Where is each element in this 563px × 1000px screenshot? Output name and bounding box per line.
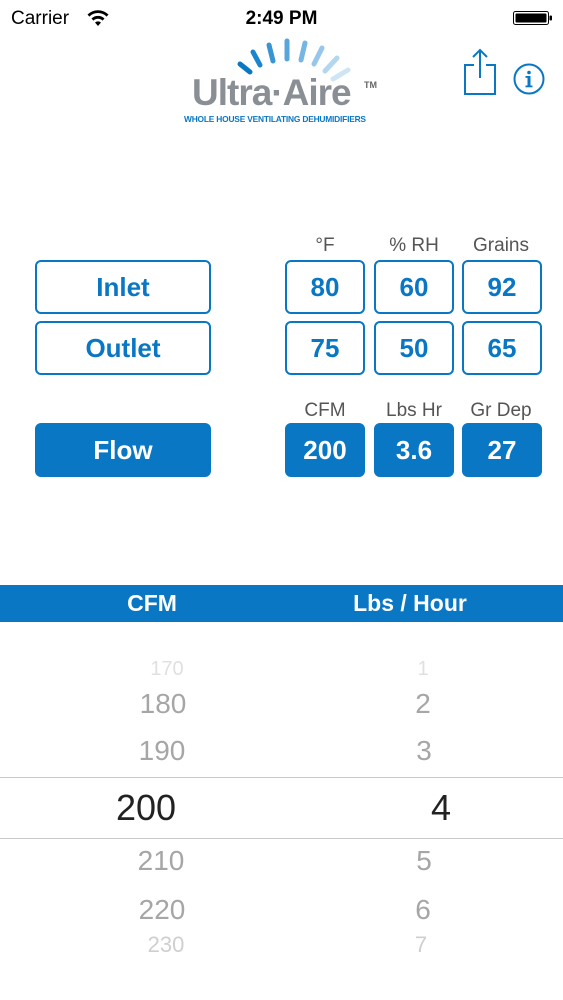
battery-icon xyxy=(513,11,552,25)
status-bar: Carrier 2:49 PM xyxy=(0,0,563,36)
picker-cfm-option[interactable]: 190 xyxy=(102,735,222,767)
picker-cfm-option[interactable]: 220 xyxy=(102,894,222,926)
picker-selection-top-line xyxy=(0,777,563,778)
flow-gr-dep-field[interactable]: 27 xyxy=(462,423,542,477)
inlet-grains-field[interactable]: 92 xyxy=(462,260,542,314)
label-rh: % RH xyxy=(389,235,439,256)
picker-lbs-option[interactable]: 1 xyxy=(363,658,483,681)
picker-lbs-selected[interactable]: 4 xyxy=(381,787,501,829)
picker-lbs-option[interactable]: 5 xyxy=(364,845,484,877)
picker-cfm-option[interactable]: 180 xyxy=(103,688,223,720)
outlet-rh-field[interactable]: 50 xyxy=(374,321,454,375)
picker-lbs-option[interactable]: 7 xyxy=(361,932,481,958)
outlet-grains-field[interactable]: 65 xyxy=(462,321,542,375)
label-cfm: CFM xyxy=(304,400,346,421)
picker-cfm-option[interactable]: 210 xyxy=(101,845,221,877)
label-grains: Grains xyxy=(473,235,529,256)
flow-button[interactable]: Flow xyxy=(35,423,211,477)
ultra-aire-logo: Ultra·Aire TM WHOLE HOUSE VENTILATING DE… xyxy=(184,34,383,126)
picker-lbs-option[interactable]: 3 xyxy=(364,735,484,767)
logo-tm: TM xyxy=(364,80,377,90)
picker-header-lbs-hour: Lbs / Hour xyxy=(353,590,467,616)
picker-cfm-option[interactable]: 230 xyxy=(106,932,226,958)
logo-tagline: WHOLE HOUSE VENTILATING DEHUMIDIFIERS xyxy=(184,114,366,124)
label-lbs-hr: Lbs Hr xyxy=(386,400,442,421)
picker-header-cfm: CFM xyxy=(127,590,177,616)
picker-cfm-selected[interactable]: 200 xyxy=(86,787,206,829)
value-picker[interactable]: 170 180 190 200 210 220 230 1 2 3 4 5 6 … xyxy=(0,622,563,967)
clock: 2:49 PM xyxy=(245,8,318,29)
inlet-temp-field[interactable]: 80 xyxy=(285,260,365,314)
label-temp-f: °F xyxy=(315,235,335,256)
info-icon[interactable] xyxy=(513,63,545,95)
logo-wordmark: Ultra·Aire xyxy=(192,72,352,113)
label-gr-dep: Gr Dep xyxy=(470,400,532,421)
outlet-temp-field[interactable]: 75 xyxy=(285,321,365,375)
flow-cfm-field[interactable]: 200 xyxy=(285,423,365,477)
inlet-rh-field[interactable]: 60 xyxy=(374,260,454,314)
picker-cfm-option[interactable]: 170 xyxy=(107,658,227,681)
share-icon[interactable] xyxy=(462,48,498,96)
flow-lbs-hr-field[interactable]: 3.6 xyxy=(374,423,454,477)
picker-selection-bottom-line xyxy=(0,838,563,839)
picker-header-bar: CFM Lbs / Hour xyxy=(0,585,563,622)
inlet-button[interactable]: Inlet xyxy=(35,260,211,314)
picker-lbs-option[interactable]: 2 xyxy=(363,688,483,720)
picker-lbs-option[interactable]: 6 xyxy=(363,894,483,926)
outlet-button[interactable]: Outlet xyxy=(35,321,211,375)
